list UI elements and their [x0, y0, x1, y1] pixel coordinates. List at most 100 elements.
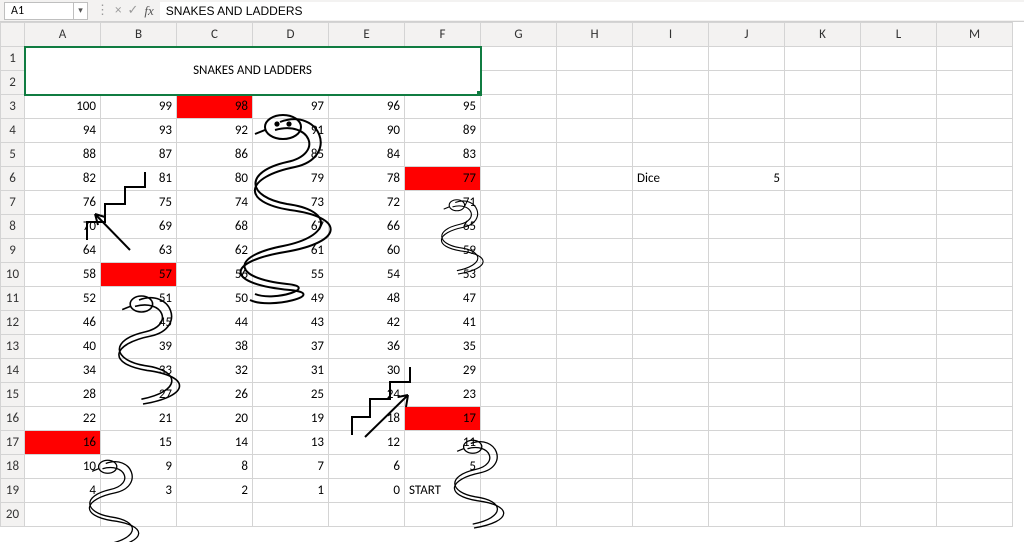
cell-B3[interactable]: 99 [101, 95, 177, 119]
cell-A18[interactable]: 10 [25, 455, 101, 479]
cell-A13[interactable]: 40 [25, 335, 101, 359]
cell-M1[interactable] [937, 47, 1013, 71]
col-header-H[interactable]: H [557, 23, 633, 47]
cell-C3[interactable]: 98 [177, 95, 253, 119]
cell-A11[interactable]: 52 [25, 287, 101, 311]
cell-B5[interactable]: 87 [101, 143, 177, 167]
cell-A15[interactable]: 28 [25, 383, 101, 407]
cell-C6[interactable]: 80 [177, 167, 253, 191]
cell-F16[interactable]: 17 [405, 407, 481, 431]
col-header-E[interactable]: E [329, 23, 405, 47]
cell-D19[interactable]: 1 [253, 479, 329, 503]
cell-A7[interactable]: 76 [25, 191, 101, 215]
cell-E20[interactable] [329, 503, 405, 527]
cell-C18[interactable]: 8 [177, 455, 253, 479]
cell-F12[interactable]: 41 [405, 311, 481, 335]
cell-C19[interactable]: 2 [177, 479, 253, 503]
row-header-20[interactable]: 20 [1, 503, 25, 527]
cell-E8[interactable]: 66 [329, 215, 405, 239]
cell-D4[interactable]: 91 [253, 119, 329, 143]
cell-C15[interactable]: 26 [177, 383, 253, 407]
cell-D11[interactable]: 49 [253, 287, 329, 311]
row-header-2[interactable]: 2 [1, 71, 25, 95]
name-box-dropdown[interactable]: ▾ [74, 2, 88, 20]
col-header-K[interactable]: K [785, 23, 861, 47]
cell-F14[interactable]: 29 [405, 359, 481, 383]
row-header-19[interactable]: 19 [1, 479, 25, 503]
cell-L6[interactable] [861, 167, 937, 191]
row-header-15[interactable]: 15 [1, 383, 25, 407]
cell-D13[interactable]: 37 [253, 335, 329, 359]
row-header-7[interactable]: 7 [1, 191, 25, 215]
cell-B6[interactable]: 81 [101, 167, 177, 191]
cell-F10[interactable]: 53 [405, 263, 481, 287]
cell-G4[interactable] [481, 119, 557, 143]
cancel-icon[interactable]: × [115, 3, 121, 18]
cell-D18[interactable]: 7 [253, 455, 329, 479]
cell-C10[interactable]: 56 [177, 263, 253, 287]
cell-A3[interactable]: 100 [25, 95, 101, 119]
cell-B9[interactable]: 63 [101, 239, 177, 263]
row-header-18[interactable]: 18 [1, 455, 25, 479]
cell-F13[interactable]: 35 [405, 335, 481, 359]
cell-B8[interactable]: 69 [101, 215, 177, 239]
cell-H3[interactable] [557, 95, 633, 119]
cell-A6[interactable]: 82 [25, 167, 101, 191]
cell-G6[interactable] [481, 167, 557, 191]
cell-C5[interactable]: 86 [177, 143, 253, 167]
cell-D8[interactable]: 67 [253, 215, 329, 239]
cell-L4[interactable] [861, 119, 937, 143]
cell-C11[interactable]: 50 [177, 287, 253, 311]
cell-C16[interactable]: 20 [177, 407, 253, 431]
cell-B18[interactable]: 9 [101, 455, 177, 479]
row-header-1[interactable]: 1 [1, 47, 25, 71]
row-header-3[interactable]: 3 [1, 95, 25, 119]
cell-H1[interactable] [557, 47, 633, 71]
cell-J6[interactable]: 5 [709, 167, 785, 191]
cell-I2[interactable] [633, 71, 709, 95]
cell-L3[interactable] [861, 95, 937, 119]
cell-J3[interactable] [709, 95, 785, 119]
cell-D3[interactable]: 97 [253, 95, 329, 119]
cell-F19[interactable]: START [405, 479, 481, 503]
cell-E14[interactable]: 30 [329, 359, 405, 383]
cell-I3[interactable] [633, 95, 709, 119]
cell-G2[interactable] [481, 71, 557, 95]
cell-F20[interactable] [405, 503, 481, 527]
cell-E5[interactable]: 84 [329, 143, 405, 167]
cell-F5[interactable]: 83 [405, 143, 481, 167]
cell-H4[interactable] [557, 119, 633, 143]
cell-M2[interactable] [937, 71, 1013, 95]
cell-M5[interactable] [937, 143, 1013, 167]
col-header-D[interactable]: D [253, 23, 329, 47]
cell-E17[interactable]: 12 [329, 431, 405, 455]
row-header-16[interactable]: 16 [1, 407, 25, 431]
cell-J2[interactable] [709, 71, 785, 95]
cell-B14[interactable]: 33 [101, 359, 177, 383]
cell-D10[interactable]: 55 [253, 263, 329, 287]
cell-M3[interactable] [937, 95, 1013, 119]
cell-F6[interactable]: 77 [405, 167, 481, 191]
cell-K6[interactable] [785, 167, 861, 191]
cell-E4[interactable]: 90 [329, 119, 405, 143]
cell-A12[interactable]: 46 [25, 311, 101, 335]
cell-E12[interactable]: 42 [329, 311, 405, 335]
cell-E10[interactable]: 54 [329, 263, 405, 287]
col-header-M[interactable]: M [937, 23, 1013, 47]
col-header-F[interactable]: F [405, 23, 481, 47]
title-cell[interactable]: SNAKES AND LADDERS [25, 47, 481, 95]
row-header-9[interactable]: 9 [1, 239, 25, 263]
cell-B17[interactable]: 15 [101, 431, 177, 455]
cell-J5[interactable] [709, 143, 785, 167]
cell-G5[interactable] [481, 143, 557, 167]
cell-B16[interactable]: 21 [101, 407, 177, 431]
cell-F11[interactable]: 47 [405, 287, 481, 311]
cell-G1[interactable] [481, 47, 557, 71]
select-all-corner[interactable] [1, 23, 25, 47]
cell-D9[interactable]: 61 [253, 239, 329, 263]
cell-C4[interactable]: 92 [177, 119, 253, 143]
enter-icon[interactable]: ✓ [127, 3, 138, 18]
cell-D14[interactable]: 31 [253, 359, 329, 383]
cell-B11[interactable]: 51 [101, 287, 177, 311]
cell-B7[interactable]: 75 [101, 191, 177, 215]
